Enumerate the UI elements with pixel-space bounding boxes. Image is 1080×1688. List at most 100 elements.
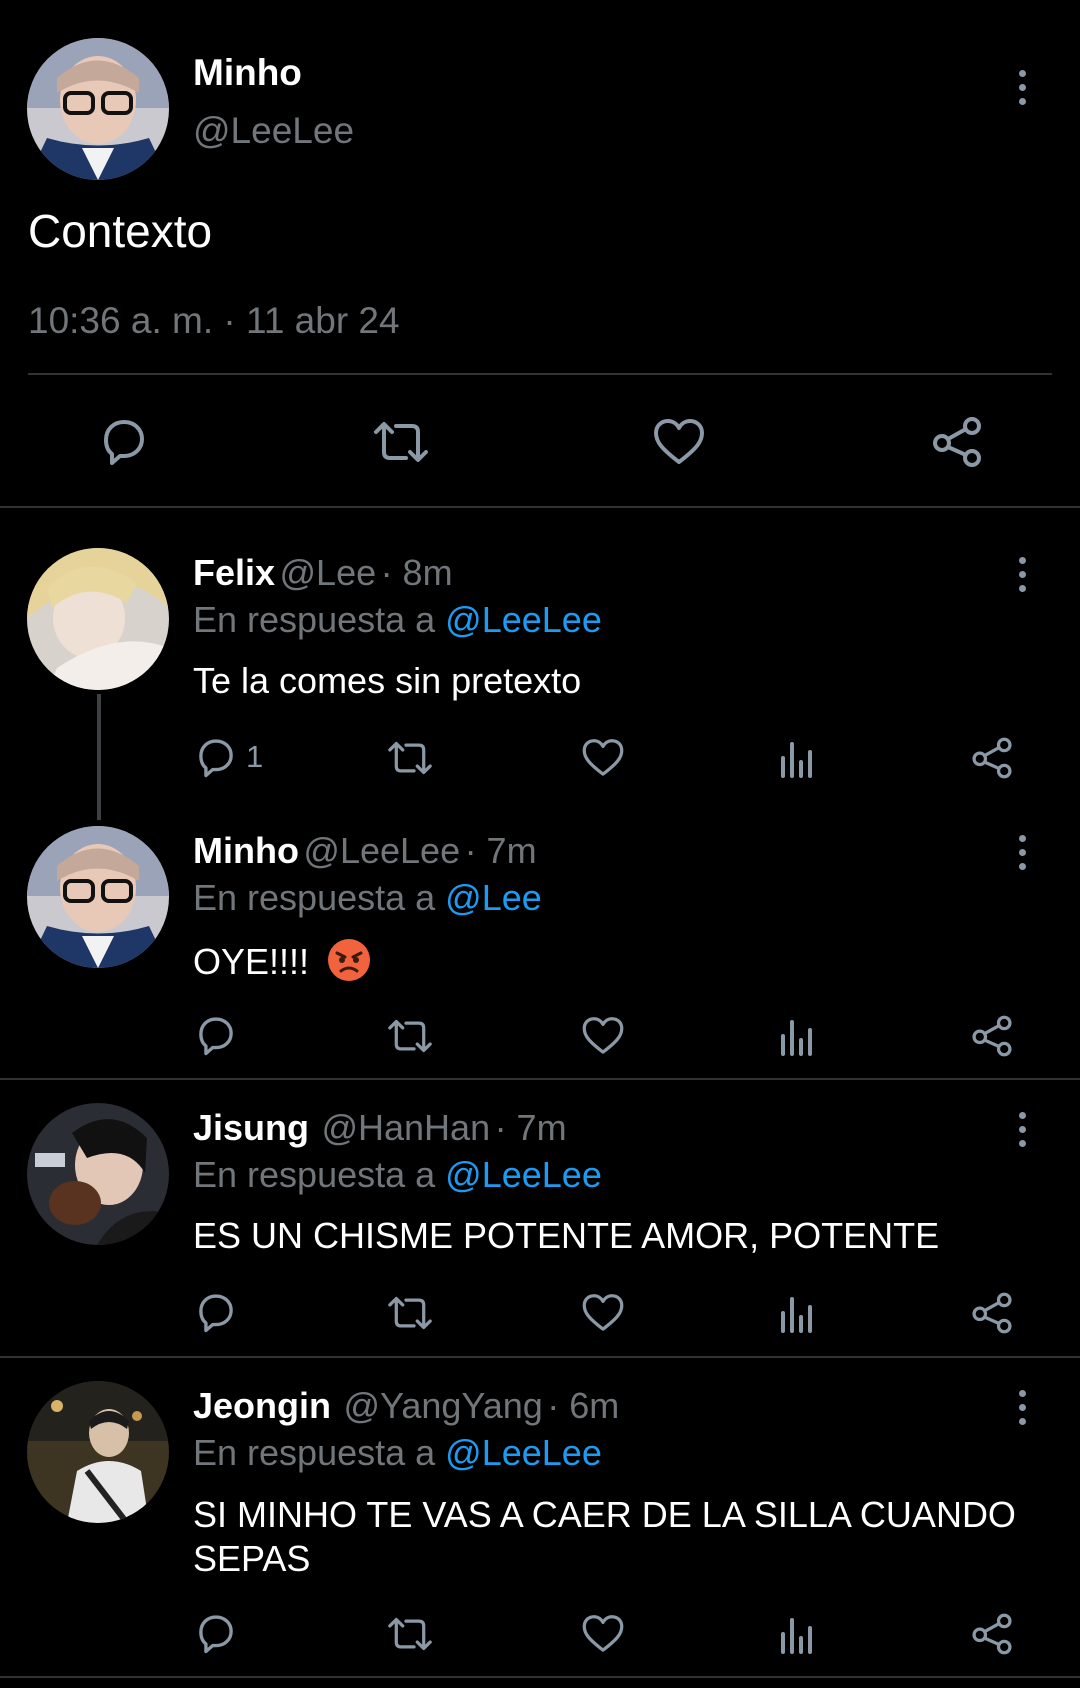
more-options-icon[interactable] bbox=[1014, 70, 1030, 112]
analytics-icon bbox=[781, 1020, 812, 1056]
share-icon bbox=[972, 737, 1012, 779]
reply-time: · 8m bbox=[380, 552, 453, 593]
share-icon bbox=[972, 1015, 1012, 1057]
like-button[interactable] bbox=[581, 1291, 625, 1333]
reply-button[interactable] bbox=[194, 1291, 238, 1333]
angry-face-emoji bbox=[327, 938, 371, 991]
views-button[interactable] bbox=[778, 1614, 816, 1654]
reply-text: OYE!!!! bbox=[193, 938, 371, 991]
avatar-image-minho bbox=[27, 38, 169, 180]
reply-time: · 7m bbox=[494, 1107, 567, 1148]
retweet-button[interactable] bbox=[385, 1016, 435, 1056]
analytics-icon bbox=[781, 1297, 812, 1333]
views-button[interactable] bbox=[778, 738, 816, 778]
reply-text-line: SEPAS bbox=[193, 1538, 311, 1579]
views-button[interactable] bbox=[778, 1293, 816, 1333]
reply-button[interactable] bbox=[194, 1014, 238, 1056]
analytics-icon bbox=[781, 1618, 812, 1654]
reply-prefix: En respuesta a bbox=[193, 1154, 436, 1195]
retweet-button[interactable] bbox=[385, 1293, 435, 1333]
more-options-icon[interactable] bbox=[1014, 557, 1030, 599]
in-reply-to: En respuesta a @LeeLee bbox=[193, 1432, 602, 1474]
avatar-image-minho bbox=[27, 826, 169, 968]
reply-to-link[interactable]: @LeeLee bbox=[445, 599, 602, 640]
reply-button[interactable] bbox=[194, 736, 238, 778]
reply-header: Jisung @HanHan · 7m bbox=[193, 1107, 567, 1149]
reply-author-name[interactable]: Felix bbox=[193, 552, 275, 593]
comment-icon bbox=[199, 1615, 233, 1654]
post-text: Contexto bbox=[28, 205, 213, 257]
reply-button[interactable] bbox=[98, 416, 150, 466]
reply-author-handle[interactable]: @YangYang bbox=[343, 1385, 542, 1426]
avatar[interactable] bbox=[27, 1381, 169, 1523]
thread-connector bbox=[97, 694, 101, 820]
like-button[interactable] bbox=[581, 736, 625, 778]
divider bbox=[0, 1078, 1080, 1080]
reply-text: ES UN CHISME POTENTE AMOR, POTENTE bbox=[193, 1215, 940, 1256]
avatar-image-jeongin bbox=[27, 1381, 169, 1523]
reply-author-name[interactable]: Jeongin bbox=[193, 1385, 331, 1426]
reply-time: · 6m bbox=[547, 1385, 620, 1426]
avatar-image-jisung bbox=[27, 1103, 169, 1245]
avatar-image-felix bbox=[27, 548, 169, 690]
reply-author-handle[interactable]: @Lee bbox=[280, 552, 377, 593]
reply-prefix: En respuesta a bbox=[193, 877, 436, 918]
reply-author-handle[interactable]: @HanHan bbox=[321, 1107, 490, 1148]
reply-text: SI MINHO TE VAS A CAER DE LA SILLA CUAND… bbox=[193, 1493, 1016, 1581]
author-handle[interactable]: @LeeLee bbox=[193, 110, 354, 152]
share-icon bbox=[972, 1292, 1012, 1334]
reply-author-handle[interactable]: @LeeLee bbox=[303, 830, 460, 871]
heart-icon bbox=[582, 739, 624, 776]
share-button[interactable] bbox=[930, 416, 984, 468]
reply-header: Felix @Lee · 8m bbox=[193, 552, 453, 594]
like-button[interactable] bbox=[581, 1612, 625, 1654]
in-reply-to: En respuesta a @LeeLee bbox=[193, 599, 602, 641]
share-button[interactable] bbox=[970, 736, 1014, 780]
reply-prefix: En respuesta a bbox=[193, 599, 436, 640]
retweet-button[interactable] bbox=[385, 738, 435, 778]
avatar[interactable] bbox=[27, 826, 169, 968]
divider bbox=[28, 373, 1052, 375]
reply-count: 1 bbox=[246, 739, 264, 774]
share-button[interactable] bbox=[970, 1291, 1014, 1335]
share-button[interactable] bbox=[970, 1014, 1014, 1058]
reply-author-name[interactable]: Minho bbox=[193, 830, 299, 871]
comment-icon bbox=[199, 1017, 233, 1056]
retweet-icon bbox=[388, 1296, 432, 1330]
share-icon bbox=[933, 417, 981, 467]
divider bbox=[0, 506, 1080, 508]
reply-time: · 7m bbox=[464, 830, 537, 871]
reply-header: Minho @LeeLee · 7m bbox=[193, 830, 537, 872]
reply-to-link[interactable]: @Lee bbox=[445, 877, 542, 918]
divider bbox=[0, 1356, 1080, 1358]
share-button[interactable] bbox=[970, 1612, 1014, 1656]
heart-icon bbox=[654, 419, 704, 464]
in-reply-to: En respuesta a @Lee bbox=[193, 877, 542, 919]
retweet-button[interactable] bbox=[370, 418, 432, 466]
divider bbox=[0, 1676, 1080, 1678]
reply-prefix: En respuesta a bbox=[193, 1432, 436, 1473]
share-icon bbox=[972, 1613, 1012, 1655]
author-name[interactable]: Minho bbox=[193, 52, 302, 94]
avatar[interactable] bbox=[27, 548, 169, 690]
reply-button[interactable] bbox=[194, 1612, 238, 1654]
views-button[interactable] bbox=[778, 1016, 816, 1056]
like-button[interactable] bbox=[652, 416, 706, 466]
reply-author-name[interactable]: Jisung bbox=[193, 1107, 309, 1148]
reply-to-link[interactable]: @LeeLee bbox=[445, 1432, 602, 1473]
heart-icon bbox=[582, 1294, 624, 1331]
comment-icon bbox=[104, 420, 144, 465]
avatar[interactable] bbox=[27, 38, 169, 180]
like-button[interactable] bbox=[581, 1014, 625, 1056]
more-options-icon[interactable] bbox=[1014, 1112, 1030, 1154]
reply-text-content: OYE!!!! bbox=[193, 941, 310, 982]
retweet-icon bbox=[388, 1617, 432, 1651]
more-options-icon[interactable] bbox=[1014, 835, 1030, 877]
retweet-button[interactable] bbox=[385, 1614, 435, 1654]
analytics-icon bbox=[781, 742, 812, 778]
avatar[interactable] bbox=[27, 1103, 169, 1245]
more-options-icon[interactable] bbox=[1014, 1390, 1030, 1432]
heart-icon bbox=[582, 1615, 624, 1652]
reply-to-link[interactable]: @LeeLee bbox=[445, 1154, 602, 1195]
heart-icon bbox=[582, 1017, 624, 1054]
